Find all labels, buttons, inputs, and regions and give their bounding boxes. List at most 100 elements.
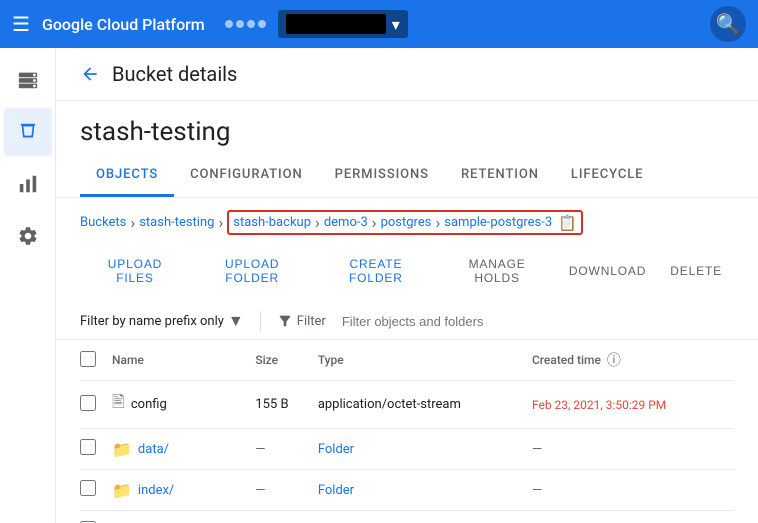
- row-index-name[interactable]: 📁index/: [112, 470, 255, 511]
- row-checkbox-cell: [80, 511, 112, 523]
- filter-label: Filter: [297, 314, 326, 329]
- delete-button[interactable]: DELETE: [658, 258, 734, 284]
- breadcrumb-stash-backup[interactable]: stash-backup: [233, 215, 311, 230]
- row-data-name[interactable]: 📁data/: [112, 429, 255, 470]
- menu-icon[interactable]: ☰: [12, 12, 30, 36]
- tab-retention[interactable]: RETENTION: [445, 155, 555, 197]
- filter-icon-area: Filter: [277, 313, 326, 329]
- main-content: Bucket details stash-testing OBJECTS CON…: [56, 48, 758, 523]
- tabs-container: OBJECTS CONFIGURATION PERMISSIONS RETENT…: [56, 155, 758, 198]
- table-header-row: Name Size Type Created time ⓘ: [80, 340, 734, 381]
- table-row: 📁index/—Folder—: [80, 470, 734, 511]
- filter-prefix-dropdown[interactable]: Filter by name prefix only ▼: [80, 311, 244, 331]
- row-index-created: —: [532, 470, 734, 511]
- row-config-created: Feb 23, 2021, 3:50:29 PM: [532, 381, 734, 429]
- project-bar: [286, 14, 386, 34]
- page-header: Bucket details: [56, 48, 758, 101]
- create-folder-button[interactable]: CREATE FOLDER: [314, 251, 437, 291]
- manage-holds-button[interactable]: MANAGE HOLDS: [437, 251, 556, 291]
- upload-files-button[interactable]: UPLOAD FILES: [80, 251, 190, 291]
- sidebar-item-storage[interactable]: [4, 56, 52, 104]
- filter-icon: [277, 313, 293, 329]
- analytics-icon: [17, 173, 39, 195]
- table-container: Name Size Type Created time ⓘ: [56, 340, 758, 523]
- table-row: 📁data/—Folder—: [80, 429, 734, 470]
- filter-row: Filter by name prefix only ▼ Filter: [56, 303, 758, 340]
- row-keys-size: —: [255, 511, 317, 523]
- filter-prefix-chevron-icon: ▼: [228, 311, 244, 331]
- th-checkbox: [80, 340, 112, 381]
- breadcrumb-sample-postgres[interactable]: sample-postgres-3: [444, 215, 552, 230]
- files-table: Name Size Type Created time ⓘ: [80, 340, 734, 523]
- filter-input[interactable]: [342, 314, 734, 329]
- filter-prefix-label: Filter by name prefix only: [80, 314, 224, 329]
- row-data-checkbox[interactable]: [80, 439, 96, 455]
- upload-folder-button[interactable]: UPLOAD FOLDER: [190, 251, 314, 291]
- breadcrumb-sep-1: ›: [130, 213, 135, 232]
- settings-icon: [17, 225, 39, 247]
- breadcrumb: Buckets › stash-testing › stash-backup ›…: [56, 198, 758, 247]
- project-selector[interactable]: ▾: [278, 10, 408, 38]
- breadcrumb-inner: stash-backup › demo-3 › postgres › sampl…: [233, 213, 552, 232]
- row-checkbox-cell: [80, 381, 112, 429]
- row-keys-type[interactable]: Folder: [318, 511, 532, 523]
- download-button[interactable]: DOWNLOAD: [557, 258, 658, 284]
- row-data-type[interactable]: Folder: [318, 429, 532, 470]
- breadcrumb-demo3[interactable]: demo-3: [324, 215, 368, 230]
- main-layout: Bucket details stash-testing OBJECTS CON…: [0, 48, 758, 523]
- tab-lifecycle[interactable]: LIFECYCLE: [555, 155, 660, 197]
- table-row: 🖹config155 Bapplication/octet-streamFeb …: [80, 381, 734, 429]
- th-type: Type: [318, 340, 532, 381]
- created-help-icon[interactable]: ⓘ: [607, 350, 621, 370]
- row-index-checkbox[interactable]: [80, 480, 96, 496]
- search-icon: 🔍: [716, 12, 741, 36]
- row-keys-name[interactable]: 📁keys/: [112, 511, 255, 523]
- sidebar-item-settings[interactable]: [4, 212, 52, 260]
- breadcrumb-sep-3: ›: [315, 213, 320, 232]
- breadcrumb-buckets[interactable]: Buckets: [80, 215, 126, 230]
- tab-objects[interactable]: OBJECTS: [80, 155, 174, 197]
- sidebar-item-analytics[interactable]: [4, 160, 52, 208]
- table-body: 🖹config155 Bapplication/octet-streamFeb …: [80, 381, 734, 523]
- storage-icon: [17, 69, 39, 91]
- row-config-size: 155 B: [255, 381, 317, 429]
- folder-icon: 📁: [112, 440, 132, 459]
- back-arrow-icon: [80, 64, 100, 84]
- select-all-checkbox[interactable]: [80, 351, 96, 367]
- row-config-name: 🖹config: [112, 381, 255, 429]
- action-bar: UPLOAD FILES UPLOAD FOLDER CREATE FOLDER…: [56, 247, 758, 303]
- copy-path-icon[interactable]: 📋: [558, 214, 577, 232]
- nav-dots: [225, 20, 266, 28]
- breadcrumb-postgres[interactable]: postgres: [381, 215, 432, 230]
- breadcrumb-sep-2: ›: [218, 213, 223, 232]
- row-keys-created: —: [532, 511, 734, 523]
- table-row: 📁keys/—Folder—: [80, 511, 734, 523]
- tab-configuration[interactable]: CONFIGURATION: [174, 155, 319, 197]
- bucket-icon: [17, 121, 39, 143]
- back-button[interactable]: [80, 64, 100, 84]
- th-name: Name: [112, 340, 255, 381]
- row-checkbox-cell: [80, 470, 112, 511]
- breadcrumb-stash-testing[interactable]: stash-testing: [139, 215, 214, 230]
- tab-permissions[interactable]: PERMISSIONS: [319, 155, 445, 197]
- sidebar: [0, 48, 56, 523]
- chevron-down-icon: ▾: [392, 15, 400, 34]
- search-button[interactable]: 🔍: [710, 6, 746, 42]
- breadcrumb-highlighted: stash-backup › demo-3 › postgres › sampl…: [227, 210, 583, 235]
- row-config-checkbox[interactable]: [80, 395, 96, 411]
- row-data-size: —: [255, 429, 317, 470]
- top-nav: ☰ Google Cloud Platform ▾ 🔍: [0, 0, 758, 48]
- filter-separator: [260, 311, 261, 331]
- breadcrumb-sep-5: ›: [435, 213, 440, 232]
- row-index-size: —: [255, 470, 317, 511]
- th-size: Size: [255, 340, 317, 381]
- folder-icon: 📁: [112, 481, 132, 500]
- nav-title: Google Cloud Platform: [42, 15, 205, 34]
- row-checkbox-cell: [80, 429, 112, 470]
- breadcrumb-sep-4: ›: [372, 213, 377, 232]
- sidebar-item-bucket[interactable]: [4, 108, 52, 156]
- row-index-type[interactable]: Folder: [318, 470, 532, 511]
- row-config-type: application/octet-stream: [318, 381, 532, 429]
- row-data-created: —: [532, 429, 734, 470]
- file-icon: 🖹: [112, 391, 125, 418]
